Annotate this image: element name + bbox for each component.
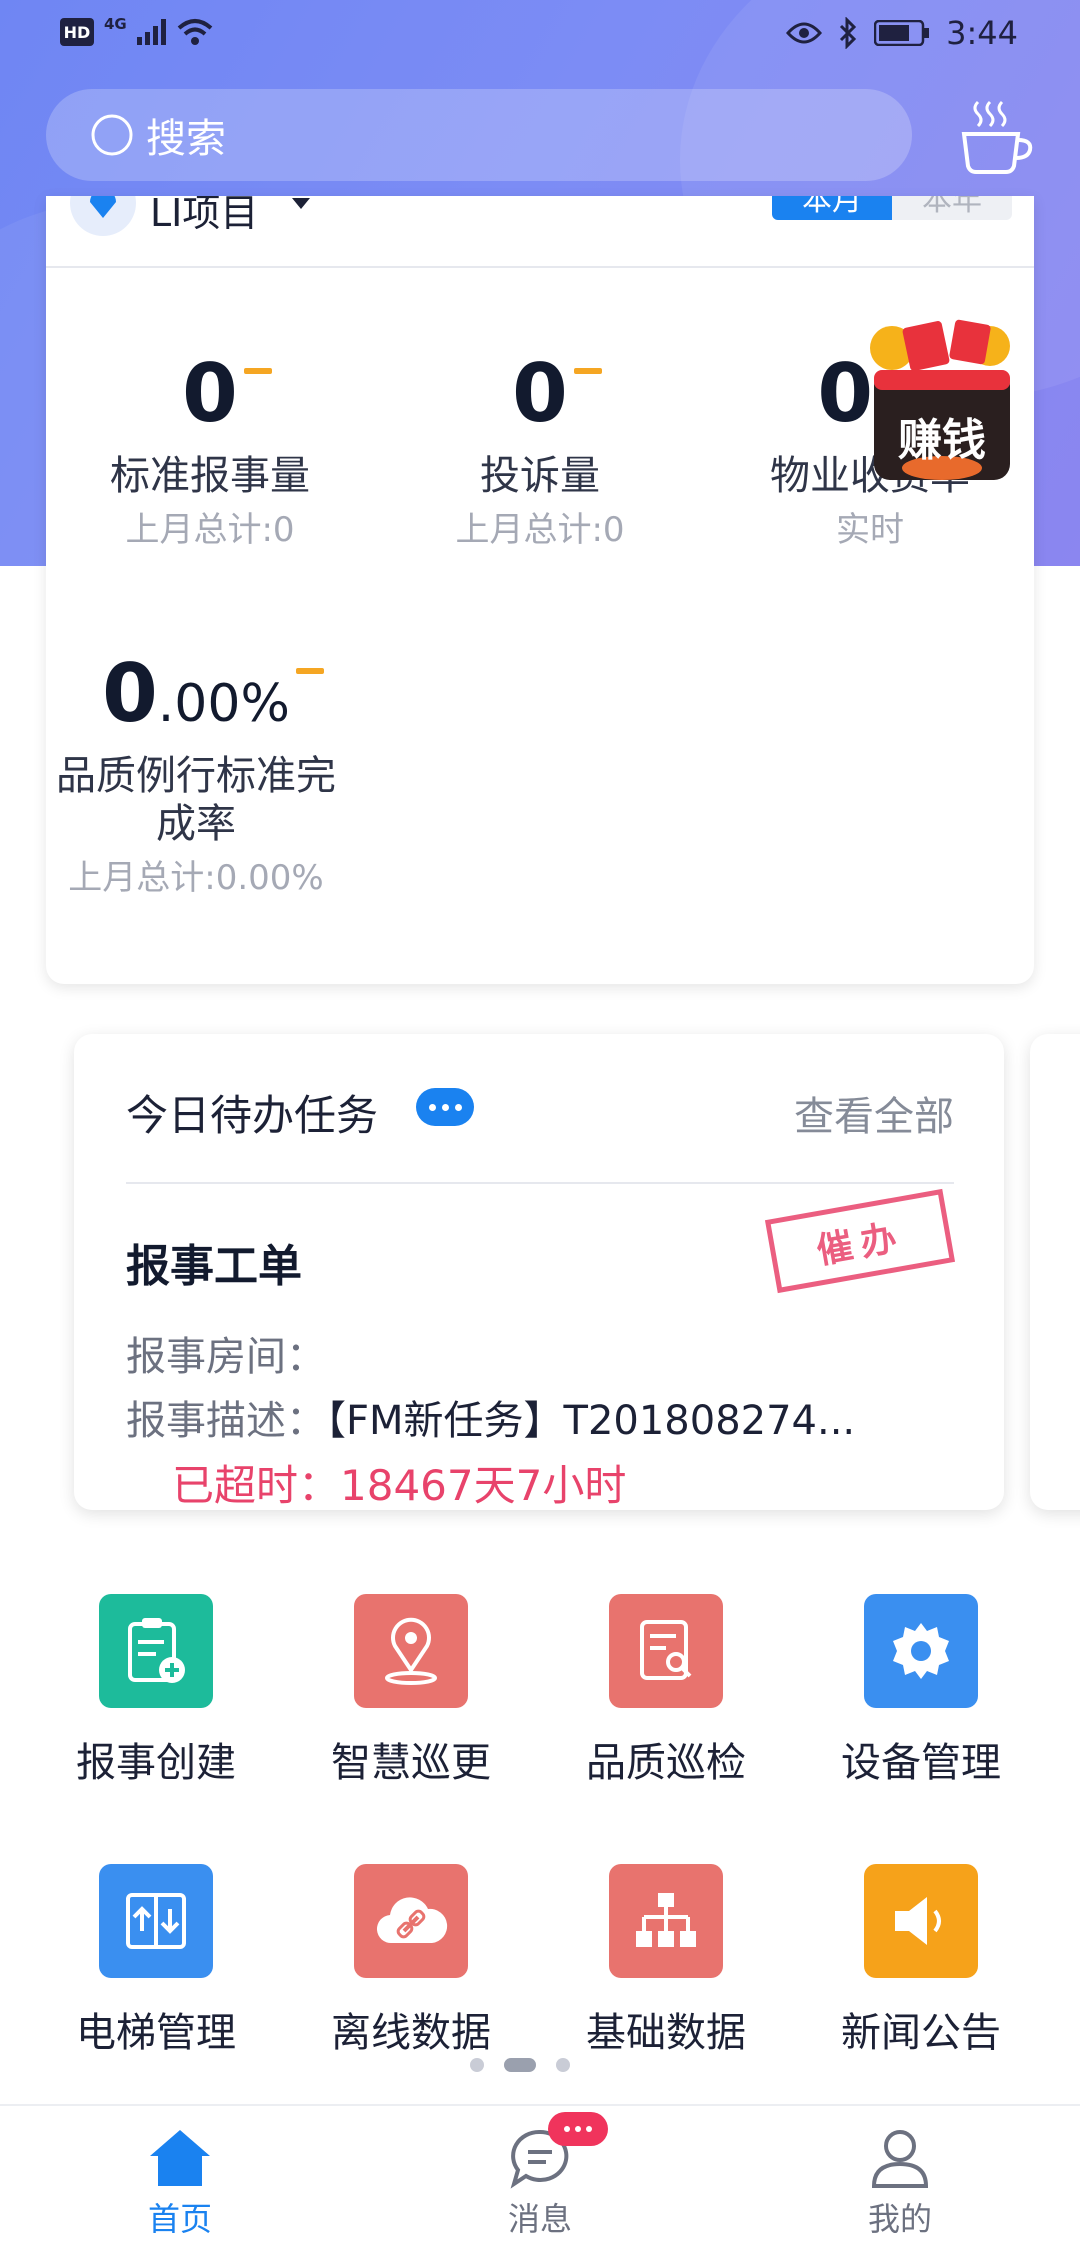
speaker-icon bbox=[864, 1864, 978, 1978]
document-search-icon bbox=[609, 1594, 723, 1708]
stat-sub: 实时 bbox=[836, 510, 904, 550]
stat-quality-rate[interactable]: 0.00% 品质例行标准完 成率 上月总计:0.00% bbox=[46, 654, 346, 899]
location-pin-icon bbox=[354, 1594, 468, 1708]
elevator-icon bbox=[99, 1864, 213, 1978]
urge-stamp: 催办 bbox=[764, 1188, 956, 1294]
more-icon[interactable] bbox=[416, 1088, 474, 1126]
user-icon bbox=[868, 2126, 932, 2190]
coffee-cup-icon[interactable] bbox=[956, 96, 1036, 176]
nav-home[interactable]: 首页 bbox=[80, 2106, 280, 2244]
search-placeholder: 搜索 bbox=[146, 116, 226, 162]
stat-value: 0 bbox=[512, 354, 602, 434]
grid-report-create[interactable]: 报事创建 bbox=[56, 1594, 256, 1788]
grid-smart-patrol[interactable]: 智慧巡更 bbox=[311, 1594, 511, 1788]
grid-label: 基础数据 bbox=[586, 2010, 746, 2056]
stat-sub: 上月总计:0.00% bbox=[68, 858, 324, 898]
home-icon bbox=[148, 2126, 212, 2190]
page-dot bbox=[470, 2058, 484, 2072]
page-dot-active bbox=[504, 2058, 536, 2072]
nav-label: 我的 bbox=[867, 2200, 932, 2238]
stat-sub: 上月总计:0 bbox=[125, 510, 295, 550]
status-bar: HD 4G 3:44 bbox=[0, 0, 1080, 72]
clipboard-add-icon bbox=[99, 1594, 213, 1708]
hierarchy-icon bbox=[609, 1864, 723, 1978]
grid-quality-inspection[interactable]: 品质巡检 bbox=[566, 1594, 766, 1788]
todo-title: 今日待办任务 bbox=[126, 1091, 379, 1140]
tab-this-month[interactable]: 本月 bbox=[772, 196, 892, 220]
stat-label: 投诉量 bbox=[480, 453, 600, 499]
chevron-down-icon[interactable] bbox=[292, 198, 310, 209]
todo-card[interactable]: 今日待办任务 查看全部 报事工单 催办 报事房间： 报事描述：【FM新任务】T2… bbox=[74, 1034, 1004, 1510]
project-selector[interactable]: LI项目 bbox=[150, 196, 258, 237]
grid-equipment[interactable]: 设备管理 bbox=[821, 1594, 1021, 1788]
grid-label: 报事创建 bbox=[76, 1740, 236, 1786]
stat-complaints[interactable]: 0 投诉量 上月总计:0 bbox=[390, 354, 690, 551]
location-pin-icon[interactable] bbox=[70, 196, 136, 236]
message-icon bbox=[508, 2112, 608, 2190]
page-dot bbox=[556, 2058, 570, 2072]
stat-sub: 上月总计:0 bbox=[455, 510, 625, 550]
stat-report-count[interactable]: 0 标准报事量 上月总计:0 bbox=[60, 354, 360, 551]
view-all-link[interactable]: 查看全部 bbox=[794, 1084, 954, 1142]
page-indicator bbox=[470, 2058, 570, 2072]
overdue-text: 已超时：18467天7小时 bbox=[172, 1461, 627, 1510]
search-icon bbox=[91, 114, 133, 156]
divider bbox=[126, 1182, 954, 1184]
grid-label: 电梯管理 bbox=[76, 2010, 236, 2056]
period-toggle[interactable]: 本月 本年 bbox=[772, 196, 1012, 220]
project-header: LI项目 本月 本年 bbox=[46, 196, 1034, 268]
cloud-link-icon bbox=[354, 1864, 468, 1978]
signal-icon bbox=[136, 19, 166, 45]
grid-label: 离线数据 bbox=[331, 2010, 491, 2056]
next-todo-card[interactable] bbox=[1030, 1034, 1080, 1510]
nav-label: 首页 bbox=[147, 2200, 212, 2238]
grid-label: 设备管理 bbox=[841, 1740, 1001, 1786]
eye-icon bbox=[786, 22, 823, 44]
grid-offline-data[interactable]: 离线数据 bbox=[311, 1864, 511, 2058]
clock: 3:44 bbox=[946, 14, 1018, 52]
grid-base-data[interactable]: 基础数据 bbox=[566, 1864, 766, 2058]
search-bar[interactable]: 搜索 bbox=[46, 89, 912, 181]
earn-money-badge[interactable]: 赚钱 bbox=[862, 318, 1022, 498]
todo-desc-row: 报事描述：【FM新任务】T201808274... bbox=[126, 1398, 856, 1444]
network-type: 4G bbox=[104, 15, 127, 33]
earn-money-label: 赚钱 bbox=[898, 415, 986, 466]
bottom-nav: 首页 消息 我的 bbox=[0, 2104, 1080, 2244]
grid-elevator[interactable]: 电梯管理 bbox=[56, 1864, 256, 2058]
nav-messages[interactable]: 消息 bbox=[440, 2106, 640, 2244]
tab-this-year[interactable]: 本年 bbox=[892, 196, 1012, 220]
grid-news[interactable]: 新闻公告 bbox=[821, 1864, 1021, 2058]
grid-label: 新闻公告 bbox=[841, 2010, 1001, 2056]
nav-profile[interactable]: 我的 bbox=[800, 2106, 1000, 2244]
stat-value: 0.00% bbox=[102, 654, 324, 734]
todo-kind: 报事工单 bbox=[126, 1241, 302, 1292]
stat-value: 0 bbox=[182, 354, 272, 434]
home-screen: HD 4G 3:44 搜索 LI项目 本月 本年 0 标准报事量 上月总计:0 … bbox=[0, 0, 1080, 2244]
stats-card: LI项目 本月 本年 0 标准报事量 上月总计:0 0 投诉量 上月总计:0 0… bbox=[46, 196, 1034, 984]
gear-icon bbox=[864, 1594, 978, 1708]
bluetooth-icon bbox=[840, 17, 857, 49]
nav-label: 消息 bbox=[507, 2200, 572, 2238]
battery-icon bbox=[874, 20, 930, 46]
stat-label: 品质例行标准完 成率 bbox=[56, 753, 336, 847]
unread-badge bbox=[548, 2112, 608, 2146]
todo-room-row: 报事房间： bbox=[126, 1334, 326, 1380]
wifi-icon bbox=[177, 19, 213, 45]
hd-icon: HD bbox=[60, 18, 94, 46]
grid-label: 品质巡检 bbox=[586, 1740, 746, 1786]
grid-label: 智慧巡更 bbox=[331, 1740, 491, 1786]
stat-label: 标准报事量 bbox=[110, 453, 310, 499]
